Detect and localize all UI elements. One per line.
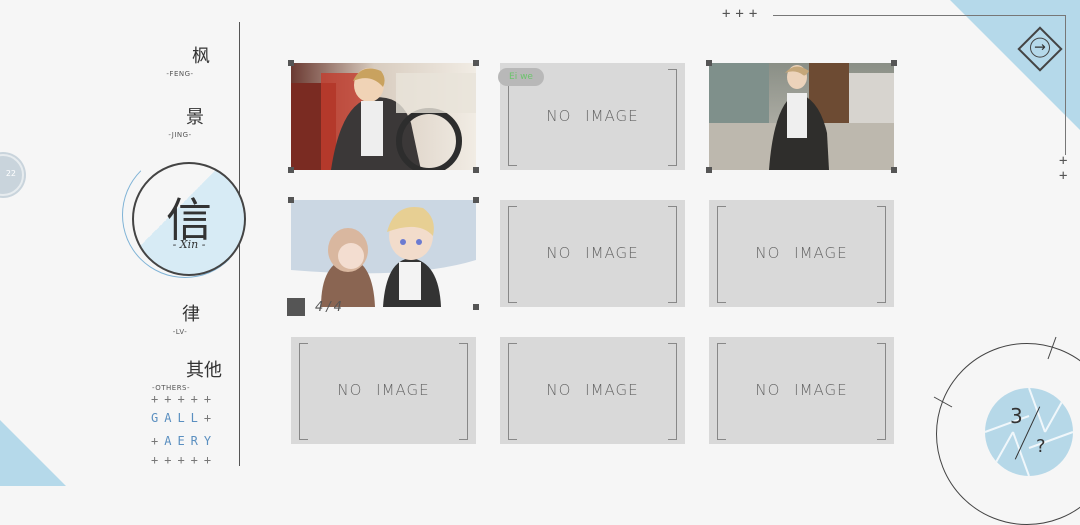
gallery-card-empty[interactable]: NO IMAGE bbox=[291, 337, 476, 444]
nav-item-xin-active[interactable]: 信 - Xin - bbox=[132, 162, 246, 276]
gallery-label-line1[interactable]: GALL+ bbox=[151, 411, 217, 425]
nav-item-sublabel: -OTHERS- bbox=[152, 384, 191, 392]
gallery-card-empty[interactable]: NO IMAGE bbox=[500, 337, 685, 444]
arrow-right-icon: → bbox=[1030, 37, 1050, 58]
no-image-label: NO IMAGE bbox=[546, 381, 639, 399]
no-image-label: NO IMAGE bbox=[546, 244, 639, 262]
no-image-label: NO IMAGE bbox=[546, 107, 639, 125]
plus-decoration: +++++ bbox=[151, 392, 218, 406]
nav-item-label: 律 bbox=[182, 304, 200, 325]
gallery-card[interactable] bbox=[706, 60, 897, 173]
side-tab-label: 22 bbox=[5, 169, 16, 178]
nav-item-label: 景 bbox=[186, 107, 204, 128]
nav-item-label: 枫 bbox=[192, 46, 210, 67]
gallery-image-man-driving bbox=[291, 63, 476, 170]
card-corner-marker bbox=[473, 167, 479, 173]
gallery-card-empty[interactable]: NO IMAGE Ei we bbox=[498, 63, 685, 170]
nav-item-sublabel: -LV- bbox=[172, 328, 188, 336]
nav-item-feng[interactable]: 枫 -FENG- bbox=[150, 42, 210, 78]
gallery-label-line2[interactable]: +AERY bbox=[151, 434, 217, 448]
nav-item-label: 其他 bbox=[186, 360, 222, 381]
card-corner-marker bbox=[891, 60, 897, 66]
plus-decoration: + + bbox=[1059, 154, 1067, 184]
corner-decoration-top-right bbox=[950, 0, 1080, 130]
card-corner-marker bbox=[288, 60, 294, 66]
no-image-label: NO IMAGE bbox=[755, 381, 848, 399]
image-count-label: 4/4 bbox=[315, 300, 345, 315]
plus-decoration: +++++ bbox=[151, 453, 218, 467]
nav-item-sublabel: -JING- bbox=[168, 131, 192, 139]
pager-current: 3 bbox=[1010, 404, 1023, 428]
pager-indicator[interactable] bbox=[985, 388, 1073, 476]
card-corner-marker bbox=[473, 60, 479, 66]
gallery-card[interactable]: 4/4 bbox=[287, 197, 479, 316]
nav-item-sublabel: -FENG- bbox=[166, 70, 194, 78]
no-image-label: NO IMAGE bbox=[337, 381, 430, 399]
nav-item-lv[interactable]: 律 -LV- bbox=[150, 300, 210, 336]
plus-decoration: + bbox=[1059, 153, 1068, 169]
corner-decoration-bottom-left bbox=[0, 420, 66, 486]
gallery-card-empty[interactable]: NO IMAGE bbox=[709, 200, 894, 307]
gallery-card-empty[interactable]: NO IMAGE bbox=[500, 200, 685, 307]
gallery-image-chibi-couple bbox=[291, 200, 476, 307]
card-corner-marker bbox=[891, 167, 897, 173]
pager-total: ? bbox=[1036, 436, 1046, 457]
plus-decoration: + bbox=[1059, 168, 1068, 184]
card-corner-marker bbox=[706, 167, 712, 173]
gallery-image-man-in-room bbox=[709, 63, 894, 170]
nav-item-jing[interactable]: 景 -JING- bbox=[150, 103, 210, 139]
card-corner-marker bbox=[473, 304, 479, 310]
new-badge: Ei we bbox=[498, 68, 544, 86]
nav-item-others[interactable]: 其他 -OTHERS- bbox=[148, 356, 228, 392]
frame-line-top bbox=[773, 15, 1065, 16]
plus-decoration: + bbox=[151, 434, 165, 448]
shutter-icon bbox=[985, 388, 1073, 476]
gallery-card-empty[interactable]: NO IMAGE bbox=[709, 337, 894, 444]
card-corner-marker bbox=[288, 167, 294, 173]
card-corner-marker bbox=[473, 197, 479, 203]
gallery-text: GALL bbox=[151, 411, 204, 425]
gallery-text: AERY bbox=[164, 434, 218, 448]
no-image-label: NO IMAGE bbox=[755, 244, 848, 262]
image-count-icon bbox=[287, 298, 305, 316]
side-tab-bubble[interactable]: 22 bbox=[0, 154, 24, 196]
active-nav-sublabel: - Xin - bbox=[172, 238, 206, 251]
gallery-card[interactable] bbox=[288, 60, 479, 173]
frame-line-right bbox=[1065, 15, 1066, 155]
plus-decoration: +++ bbox=[722, 6, 763, 22]
card-corner-marker bbox=[288, 197, 294, 203]
card-corner-marker bbox=[706, 60, 712, 66]
plus-decoration: + bbox=[203, 411, 218, 425]
